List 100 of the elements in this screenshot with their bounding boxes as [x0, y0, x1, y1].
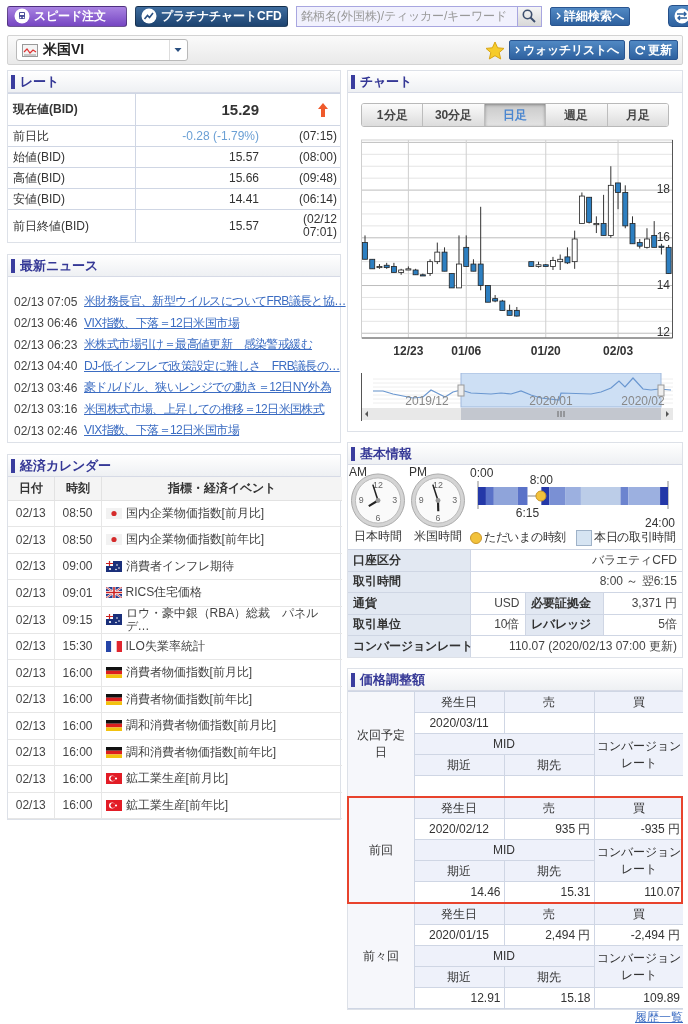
chart-icon [22, 43, 38, 57]
table-cell: 02/13 [8, 659, 54, 686]
detail-search-button[interactable]: 詳細検索へ [549, 6, 630, 26]
device-icon [14, 8, 30, 24]
news-link[interactable]: VIX指数、下落＝12日米国市場 [84, 422, 240, 440]
time-label: 0:00 [470, 467, 494, 480]
table-cell: 09:00 [54, 553, 101, 580]
axis-label: 01/06 [451, 344, 482, 358]
field-value: 10倍 [470, 614, 525, 636]
table-cell: 02/13 [8, 500, 54, 527]
news-time: 02/13 03:16 [14, 402, 79, 417]
row-header: 前回 [348, 797, 414, 903]
rate-label: 始値(BID) [8, 147, 136, 167]
rate-time: (09:48) [297, 171, 338, 185]
news-time: 02/13 03:46 [14, 380, 79, 395]
range-handle[interactable] [657, 384, 665, 397]
panel-title: 価格調整額 [348, 669, 682, 691]
caret-icon [555, 12, 561, 20]
news-time: 02/13 07:05 [14, 294, 79, 309]
france-flag-icon [105, 640, 122, 652]
field-label: 取引単位 [348, 614, 470, 636]
event-name: 消費者インフレ期待 [125, 559, 234, 573]
chart-tab[interactable]: 30分足 [423, 104, 485, 126]
table-cell: 02/13 [8, 686, 54, 713]
event-name: 鉱工業生産[前年比] [125, 798, 229, 812]
search-button[interactable] [517, 5, 542, 27]
turkey-flag-icon [105, 773, 122, 785]
table-cell: 02/13 [8, 792, 54, 819]
table-cell: 09:15 [54, 606, 101, 633]
axis-label: 14 [656, 277, 670, 292]
table-cell: 02/13 [8, 765, 54, 792]
field-label: 口座区分 [348, 549, 470, 571]
table-cell: 16:00 [54, 712, 101, 739]
symbol-select[interactable]: 米国VI [16, 39, 188, 61]
rate-value: 15.66 [227, 171, 259, 185]
table-cell: 02/13 [8, 633, 54, 660]
refresh-button[interactable]: 更新 [629, 40, 678, 60]
column-header: 売 [504, 691, 594, 713]
news-time: 02/13 04:40 [14, 359, 79, 374]
news-link[interactable]: 米国株式市場、上昇しての推移＝12日米国株式 [84, 400, 325, 418]
date-label: 2020/01 [529, 394, 573, 408]
rate-label: 安値(BID) [8, 189, 136, 209]
column-header: 発生日 [414, 797, 504, 819]
column-header: 日付 [8, 477, 54, 500]
news-link[interactable]: VIX指数、下落＝12日米国市場 [84, 314, 240, 332]
table-cell: 08:50 [54, 500, 101, 527]
event-name: 鉱工業生産[前月比] [125, 772, 229, 786]
search-icon [522, 9, 537, 23]
news-time: 02/13 02:46 [14, 423, 79, 438]
current-time-marker [535, 490, 547, 502]
news-link[interactable]: 豪ドル/ドル、狭いレンジでの動き＝12日NY外為 [84, 379, 331, 397]
star-icon[interactable] [485, 40, 505, 60]
table-cell: 08:50 [54, 526, 101, 553]
time-label: 8:00 [529, 473, 553, 487]
table-cell: 02/13 [8, 579, 54, 606]
table-cell: 15:30 [54, 633, 101, 660]
column-header: コンバージョンレート [594, 733, 683, 776]
column-header: 時刻 [54, 477, 101, 500]
refresh-icon [635, 45, 645, 55]
column-header: 売 [504, 797, 594, 819]
legend-label: 本日の取引時間 [593, 529, 676, 546]
news-link[interactable]: DJ-低インフレで政策設定に難しさ FRB議長の… [84, 357, 340, 375]
rate-time: (02/12 07:01) [301, 213, 338, 239]
search-field[interactable]: 銘柄名(外国株)/ティッカー/キーワード [295, 5, 518, 27]
axis-label: 16 [656, 230, 670, 244]
table-cell: 02/13 [8, 526, 54, 553]
chart-tab[interactable]: 1分足 [362, 104, 424, 126]
platinum-chart-button[interactable]: プラチナチャートCFD [135, 5, 288, 27]
table-cell: 02/13 [8, 739, 54, 766]
column-header: コンバージョンレート [594, 839, 683, 882]
table-cell: 16:00 [54, 792, 101, 819]
range-selection[interactable] [460, 373, 662, 408]
chart-tab[interactable]: 月足 [607, 104, 668, 126]
rate-time: (08:00) [297, 150, 338, 164]
field-label: 取引時間 [348, 571, 470, 593]
date-label: 2020/02 [621, 394, 665, 408]
germany-flag-icon [105, 720, 122, 732]
event-name: 調和消費者物価指数[前月比] [125, 719, 277, 733]
time-label: 6:15 [515, 506, 540, 520]
rate-value: 15.57 [227, 150, 259, 164]
news-time: 02/13 06:46 [14, 316, 79, 331]
table-cell: 16:00 [54, 659, 101, 686]
news-link[interactable]: 米財務長官、新型ウイルスについてFRB議長と協… [84, 293, 346, 311]
event-name: RICS住宅価格 [125, 586, 203, 600]
table-cell: 16:00 [54, 765, 101, 792]
trend-icon [141, 8, 157, 24]
range-handle[interactable] [457, 384, 465, 397]
history-link[interactable]: 履歴一覧 [635, 1010, 683, 1024]
column-header: 指標・経済イベント [101, 477, 342, 500]
event-name: ロウ・豪中銀（RBA）総裁 パネルデ… [125, 606, 320, 633]
speed-order-button[interactable]: スピード注文 [7, 5, 127, 27]
watchlist-button[interactable]: ウォッチリストへ [509, 40, 625, 60]
column-header: 買 [594, 797, 683, 819]
germany-flag-icon [105, 693, 122, 705]
news-link[interactable]: 米株式市場引け＝最高値更新 感染警戒緩む [84, 336, 312, 354]
chart-tab[interactable]: 週足 [546, 104, 608, 126]
scrollbar[interactable] [362, 408, 673, 420]
legend-label: ただいまの時刻 [484, 529, 566, 546]
table-cell: 09:01 [54, 579, 101, 606]
rate-value: 14.41 [227, 192, 259, 206]
